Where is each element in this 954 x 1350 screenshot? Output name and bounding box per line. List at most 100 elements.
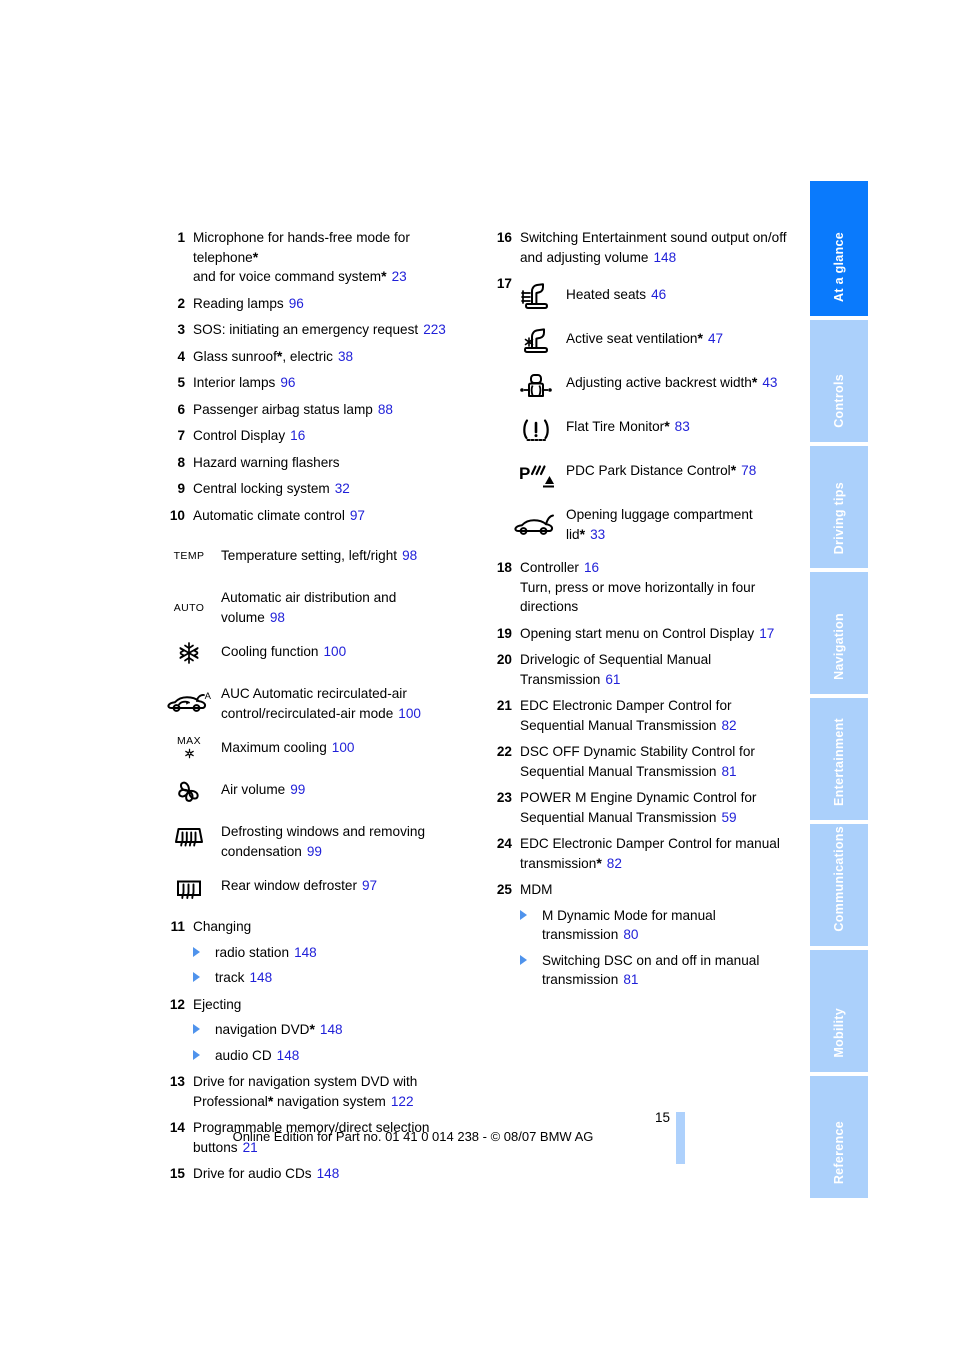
page-ref[interactable]: 148 xyxy=(320,1022,343,1037)
page-ref[interactable]: 83 xyxy=(675,419,690,434)
list-item-2: 2 Reading lamps 96 xyxy=(163,294,463,314)
item-number: 20 xyxy=(496,652,512,667)
sub-item-text: navigation DVD* xyxy=(215,1021,315,1037)
page-ref[interactable]: 223 xyxy=(423,322,446,337)
item-text: Opening start menu on Control Display 17 xyxy=(520,625,775,641)
seat-row-backrest-width: Adjusting active backrest width* 43 xyxy=(490,370,790,402)
item-text: Reading lamps 96 xyxy=(193,295,304,311)
seat-row-luggage-lid: Opening luggage compartment lid* 33 xyxy=(490,502,790,544)
sidebar-tab-communications[interactable]: Communications xyxy=(810,824,868,946)
sidebar-tab-label: Navigation xyxy=(832,613,846,680)
list-item-24: 24 EDC Electronic Damper Control for man… xyxy=(490,834,790,873)
page-ref[interactable]: 98 xyxy=(402,548,417,563)
climate-row-windshield-defrost: Defrosting windows and removing condensa… xyxy=(163,819,463,861)
triangle-bullet-icon xyxy=(520,954,527,965)
item-text: Drive for navigation system DVD with Pro… xyxy=(193,1074,418,1109)
item-number: 13 xyxy=(169,1074,185,1089)
triangle-bullet-icon xyxy=(193,1024,200,1034)
seat-row-active-ventilation: Active seat ventilation* 47 xyxy=(490,326,790,358)
sidebar-tab-label: Communications xyxy=(832,826,846,932)
page-ref[interactable]: 81 xyxy=(623,972,638,987)
item-number: 23 xyxy=(496,790,512,805)
page-ref[interactable]: 82 xyxy=(607,856,622,871)
list-item-5: 5 Interior lamps 96 xyxy=(163,373,463,393)
page-ref[interactable]: 33 xyxy=(590,527,605,542)
page-ref[interactable]: 97 xyxy=(362,878,377,893)
sub-item-text: audio CD xyxy=(215,1047,272,1063)
page-ref[interactable]: 100 xyxy=(332,740,355,755)
page-ref[interactable]: 148 xyxy=(249,970,272,985)
seat-row-text: Opening luggage compartment lid* 33 xyxy=(566,507,753,542)
sub-list-item: radio station 148 xyxy=(193,943,463,963)
page-ref[interactable]: 80 xyxy=(623,927,638,942)
item-number: 5 xyxy=(177,375,185,390)
list-item-13: 13 Drive for navigation system DVD with … xyxy=(163,1072,463,1111)
page-ref[interactable]: 96 xyxy=(280,375,295,390)
item-text: Controller 16 xyxy=(520,560,600,575)
item-text: Changing xyxy=(193,919,252,934)
page-ref[interactable]: 32 xyxy=(335,481,350,496)
sidebar-tab-reference[interactable]: Reference xyxy=(810,1076,868,1198)
sidebar-tab-label: Entertainment xyxy=(832,718,846,806)
list-item-20: 20 Drivelogic of Sequential Manual Trans… xyxy=(490,650,790,689)
item-number: 7 xyxy=(177,428,185,443)
page-ref[interactable]: 43 xyxy=(762,375,777,390)
page-ref[interactable]: 99 xyxy=(290,782,305,797)
list-item-4: 4 Glass sunroof*, electric 38 xyxy=(163,347,463,367)
sidebar-tab-label: Mobility xyxy=(832,1008,846,1058)
page-ref[interactable]: 98 xyxy=(270,610,285,625)
page-ref[interactable]: 100 xyxy=(324,644,347,659)
item-text-line2: and for voice command system* 23 xyxy=(193,268,407,284)
item-number: 12 xyxy=(169,996,185,1012)
sidebar-tab-navigation[interactable]: Navigation xyxy=(810,572,868,694)
sidebar-tab-label: Controls xyxy=(832,374,846,428)
auc-a-letter: A xyxy=(204,691,211,702)
page-ref[interactable]: 96 xyxy=(289,296,304,311)
page-ref[interactable]: 82 xyxy=(721,718,736,733)
climate-row-text: AUC Automatic recirculated-air control/r… xyxy=(221,686,421,721)
page-ref[interactable]: 16 xyxy=(290,428,305,443)
climate-row-rear-defroster: Rear window defroster 97 xyxy=(163,873,463,903)
sidebar-tab-mobility[interactable]: Mobility xyxy=(810,950,868,1072)
seat-row-text: Heated seats 46 xyxy=(566,287,667,302)
sidebar-tab-at-a-glance[interactable]: At a glance xyxy=(810,181,868,316)
item-number: 8 xyxy=(177,454,185,470)
page-ref[interactable]: 23 xyxy=(392,269,407,284)
page-ref[interactable]: 122 xyxy=(391,1094,414,1109)
page-ref[interactable]: 59 xyxy=(721,810,736,825)
svg-text:P: P xyxy=(519,464,530,483)
mini-snowflake-icon xyxy=(184,748,195,762)
page-ref[interactable]: 148 xyxy=(277,1048,300,1063)
page-ref[interactable]: 46 xyxy=(651,287,666,302)
list-item-11: 11 Changing radio station 148 track 148 xyxy=(163,917,463,988)
sidebar-tab-driving-tips[interactable]: Driving tips xyxy=(810,446,868,568)
pdc-park-distance-control-icon: P xyxy=(512,461,560,491)
max-cooling-icon: MAX xyxy=(163,735,215,763)
page-ref[interactable]: 17 xyxy=(759,626,774,641)
item-text: Central locking system 32 xyxy=(193,481,350,496)
item-number: 4 xyxy=(177,348,185,364)
page-ref[interactable]: 148 xyxy=(317,1166,340,1181)
page-ref[interactable]: 148 xyxy=(294,945,317,960)
page-ref[interactable]: 38 xyxy=(338,349,353,364)
climate-row-cooling: Cooling function 100 xyxy=(163,639,463,669)
page-ref[interactable]: 88 xyxy=(378,402,393,417)
item-text: Microphone for hands-free mode for telep… xyxy=(193,230,410,265)
page-ref[interactable]: 61 xyxy=(605,672,620,687)
footer-accent-bar xyxy=(676,1112,685,1164)
page-ref[interactable]: 78 xyxy=(741,463,756,478)
page-ref[interactable]: 99 xyxy=(307,844,322,859)
sidebar-tab-entertainment[interactable]: Entertainment xyxy=(810,698,868,820)
page-ref[interactable]: 100 xyxy=(398,706,421,721)
page-ref[interactable]: 148 xyxy=(653,250,676,265)
page-ref[interactable]: 47 xyxy=(708,331,723,346)
list-item-21: 21 EDC Electronic Damper Control for Seq… xyxy=(490,696,790,735)
page-ref[interactable]: 97 xyxy=(350,508,365,523)
sub-list-item: audio CD 148 xyxy=(193,1046,463,1066)
page-ref[interactable]: 16 xyxy=(584,560,599,575)
sidebar-tab-controls[interactable]: Controls xyxy=(810,320,868,442)
page-ref[interactable]: 81 xyxy=(721,764,736,779)
sub-list-item: Switching DSC on and off in manual trans… xyxy=(520,951,790,990)
list-item-25: 25 MDM M Dynamic Mode for manual transmi… xyxy=(490,880,790,990)
list-item-9: 9 Central locking system 32 xyxy=(163,479,463,499)
